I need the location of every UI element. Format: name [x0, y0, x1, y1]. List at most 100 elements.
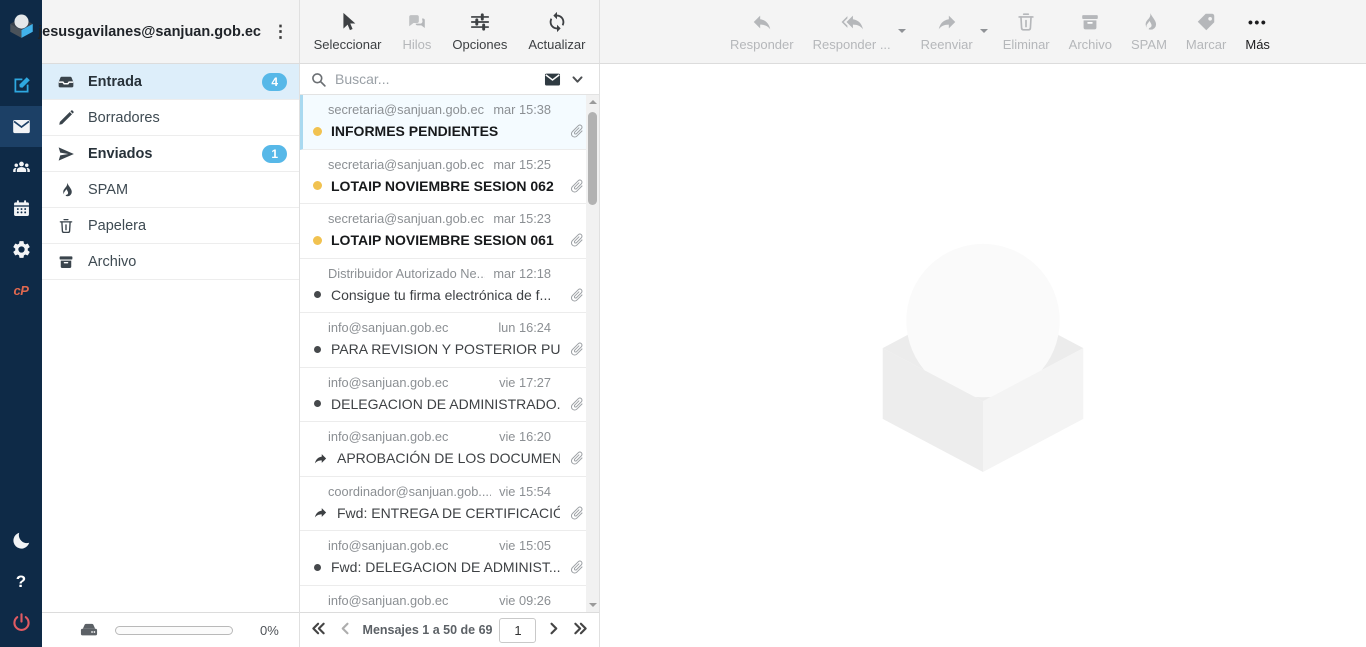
status-dot	[314, 346, 321, 353]
message-row[interactable]: info@sanjuan.gob.eclun 16:24 PARA REVISI…	[300, 313, 599, 368]
chevron-down-icon[interactable]	[570, 72, 585, 87]
logout-icon	[11, 612, 32, 633]
cursor-icon	[337, 11, 359, 33]
reading-pane	[600, 64, 1366, 647]
first-page-button[interactable]	[309, 619, 329, 641]
message-row[interactable]: info@sanjuan.gob.ecvie 09:26	[300, 586, 599, 613]
help-button[interactable]: ?	[0, 561, 42, 602]
message-subject: LOTAIP NOVIEMBRE SESION 062	[331, 178, 560, 194]
attachment-icon	[566, 229, 589, 252]
responder-button[interactable]: Responder	[728, 0, 796, 63]
message-subject: Fwd: ENTREGA DE CERTIFICACIÓ...	[337, 505, 560, 521]
actualizar-button[interactable]: Actualizar	[526, 0, 587, 63]
attachment-icon	[566, 392, 589, 415]
message-subject: Consigue tu firma electrónica de f...	[331, 287, 560, 303]
message-sender: info@sanjuan.gob.ec	[328, 593, 448, 609]
dark-mode-button[interactable]	[0, 520, 42, 561]
tag-icon	[1195, 11, 1217, 33]
hilos-button[interactable]: Hilos	[401, 0, 434, 63]
folder-enviados[interactable]: Enviados 1	[42, 136, 299, 172]
settings-button[interactable]	[0, 229, 42, 270]
cpanel-button[interactable]: cP	[0, 270, 42, 311]
status-dot	[313, 236, 322, 245]
folder-borradores[interactable]: Borradores	[42, 100, 299, 136]
folder-spam[interactable]: SPAM	[42, 172, 299, 208]
forwarded-icon	[313, 505, 328, 520]
seleccionar-button[interactable]: Seleccionar	[312, 0, 384, 63]
message-sender: coordinador@sanjuan.gob....	[328, 484, 491, 500]
mail-button[interactable]	[0, 106, 42, 147]
left-icon-rail: cP ?	[0, 0, 42, 647]
attachment-icon	[566, 338, 589, 361]
eliminar-button[interactable]: Eliminar	[1001, 0, 1052, 63]
compose-icon	[11, 75, 32, 96]
message-date: vie 15:54	[499, 484, 551, 500]
list-scrollbar[interactable]	[586, 95, 599, 612]
compose-button[interactable]	[0, 65, 42, 106]
opciones-button[interactable]: Opciones	[450, 0, 509, 63]
search-input[interactable]	[335, 71, 535, 87]
message-row[interactable]: secretaria@sanjuan.gob.ecmar 15:25 LOTAI…	[300, 150, 599, 205]
message-subject: INFORMES PENDIENTES	[331, 123, 560, 139]
mas-button[interactable]: ••• Más	[1243, 0, 1272, 63]
attachment-icon	[566, 556, 589, 579]
pencil-icon	[57, 109, 75, 127]
responder-todos-button[interactable]: Responder ...	[811, 0, 893, 63]
hard-drive-icon	[78, 619, 100, 641]
calendar-button[interactable]	[0, 188, 42, 229]
contacts-button[interactable]	[0, 147, 42, 188]
settings-icon	[11, 239, 32, 260]
attachment-icon	[566, 120, 589, 143]
last-page-button[interactable]	[570, 619, 590, 641]
unread-count-badge: 4	[262, 73, 287, 91]
attachment-icon	[566, 501, 589, 524]
archivo-button[interactable]: Archivo	[1067, 0, 1114, 63]
scrollbar-thumb[interactable]	[588, 112, 597, 205]
marcar-button[interactable]: Marcar	[1184, 0, 1228, 63]
scroll-up-arrow-icon[interactable]	[589, 100, 597, 104]
help-icon: ?	[16, 572, 26, 592]
message-row[interactable]: secretaria@sanjuan.gob.ecmar 15:23 LOTAI…	[300, 204, 599, 259]
attachment-icon	[566, 283, 589, 306]
account-email: jesusgavilanes@sanjuan.gob.ec	[38, 24, 261, 40]
webmail-app: cP ? jesusgavilanes@sanjuan.gob.ec ⋮	[0, 0, 1366, 647]
archive-icon	[57, 253, 75, 271]
message-row[interactable]: info@sanjuan.gob.ecvie 16:20 APROBACIÓN …	[300, 422, 599, 477]
message-sender: info@sanjuan.gob.ec	[328, 538, 448, 554]
message-sender: secretaria@sanjuan.gob.ec	[328, 102, 484, 118]
app-logo[interactable]	[0, 0, 42, 50]
page-number-input[interactable]	[499, 618, 536, 643]
message-row[interactable]: info@sanjuan.gob.ecvie 15:05 Fwd: DELEGA…	[300, 531, 599, 586]
dropdown-caret-icon[interactable]	[980, 29, 988, 37]
spam-button[interactable]: SPAM	[1129, 0, 1169, 63]
message-sender: secretaria@sanjuan.gob.ec	[328, 157, 484, 173]
folder-sidebar: Entrada 4 Borradores Enviados 1	[42, 64, 300, 647]
message-range-status: Mensajes 1 a 50 de 69	[363, 623, 493, 637]
prev-page-button[interactable]	[336, 619, 356, 641]
folder-entrada[interactable]: Entrada 4	[42, 64, 299, 100]
next-page-button[interactable]	[543, 619, 563, 641]
storage-percent: 0%	[260, 623, 279, 638]
logout-button[interactable]	[0, 602, 42, 643]
threads-icon	[406, 11, 428, 33]
message-row[interactable]: Distribuidor Autorizado Ne...mar 12:18 C…	[300, 259, 599, 314]
folder-papelera[interactable]: Papelera	[42, 208, 299, 244]
message-sender: Distribuidor Autorizado Ne...	[328, 266, 485, 282]
message-row[interactable]: secretaria@sanjuan.gob.ecmar 15:38 INFOR…	[300, 95, 599, 150]
folder-archivo[interactable]: Archivo	[42, 244, 299, 280]
forward-icon	[936, 11, 958, 33]
message-subject: LOTAIP NOVIEMBRE SESION 061	[331, 232, 560, 248]
reenviar-button[interactable]: Reenviar	[919, 0, 975, 63]
message-row[interactable]: info@sanjuan.gob.ecvie 17:27 DELEGACION …	[300, 368, 599, 423]
message-date: vie 15:05	[499, 538, 551, 554]
source-envelope-icon[interactable]	[543, 70, 562, 89]
calendar-icon	[11, 198, 32, 219]
message-subject: APROBACIÓN DE LOS DOCUMEN...	[337, 450, 560, 466]
top-bar: jesusgavilanes@sanjuan.gob.ec ⋮ Seleccio…	[42, 0, 1366, 64]
flame-icon	[1138, 11, 1160, 33]
message-row[interactable]: coordinador@sanjuan.gob.... vie 15:54 Fwd…	[300, 477, 599, 532]
account-menu-button[interactable]: ⋮	[268, 21, 293, 42]
dropdown-caret-icon[interactable]	[898, 29, 906, 37]
message-date: vie 17:27	[499, 375, 551, 391]
scroll-down-arrow-icon[interactable]	[589, 603, 597, 607]
